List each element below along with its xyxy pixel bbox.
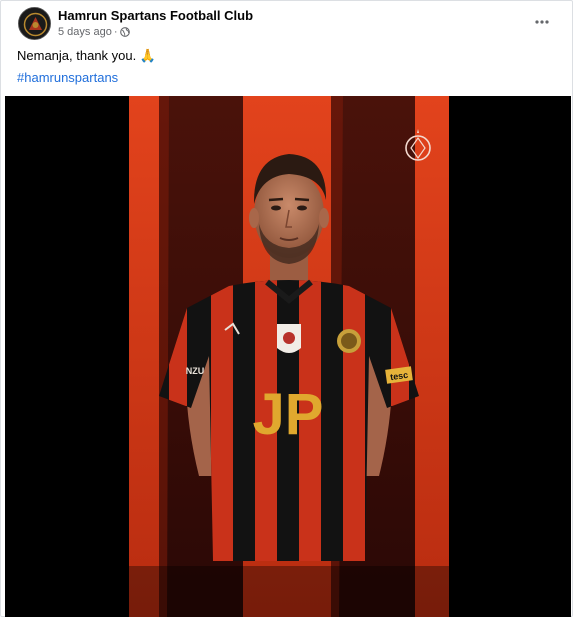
- jersey-sponsor: JP: [253, 382, 324, 447]
- meta-separator: ·: [113, 26, 118, 38]
- more-options-icon: [535, 20, 549, 24]
- post-card: Hamrun Spartans Football Club 5 days ago…: [0, 0, 573, 617]
- page-avatar[interactable]: [18, 7, 51, 40]
- globe-icon: [119, 27, 130, 37]
- post-meta: 5 days ago ·: [58, 26, 130, 38]
- avatar-logo-icon: [19, 8, 50, 39]
- sleeve-sponsor-left: NZU: [186, 366, 205, 376]
- page-name[interactable]: Hamrun Spartans Football Club: [58, 8, 253, 23]
- hashtag-link[interactable]: #hamrunspartans: [17, 70, 118, 85]
- post-timestamp[interactable]: 5 days ago: [58, 26, 112, 38]
- video-frame: tesc NZU JP: [129, 96, 449, 617]
- player-photo: tesc NZU JP: [129, 96, 449, 617]
- more-options-button[interactable]: [532, 13, 552, 31]
- post-text: Nemanja, thank you. 🙏: [17, 48, 157, 63]
- post-video[interactable]: tesc NZU JP: [5, 96, 571, 617]
